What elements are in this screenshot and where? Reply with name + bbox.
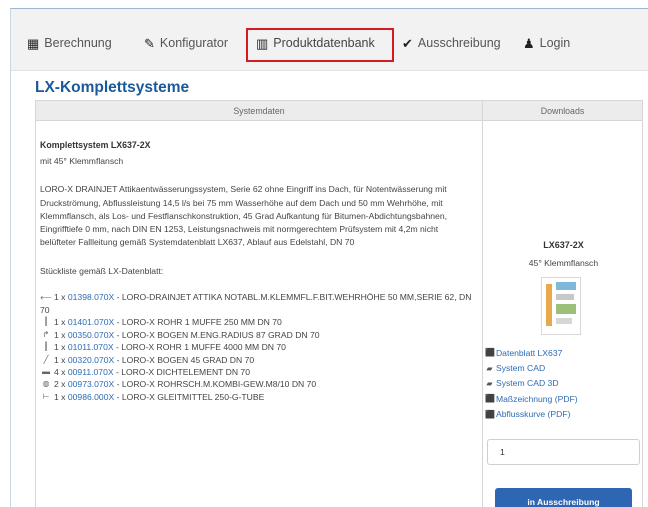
download-abflusskurve-link[interactable]: ⬛ Abflusskurve (PDF) <box>485 407 578 422</box>
cad-3d-icon: ▰ <box>486 378 493 388</box>
header-systemdaten: Systemdaten <box>35 100 483 121</box>
list-item: ▬ 4 x 00911.070X - LORO-X DICHTELEMENT DN… <box>40 366 478 378</box>
download-system-cad-link[interactable]: ▰ System CAD <box>485 360 578 375</box>
nav-berechnung-label: Berechnung <box>44 36 112 50</box>
download-link-label: Maßzeichnung (PDF) <box>495 393 578 404</box>
cad-icon: ▰ <box>486 363 493 373</box>
downloads-cell: LX637-2X 45° Klemmflansch ⬛ Datenblatt LX… <box>481 120 644 507</box>
list-item: ┃ 1 x 01401.070X - LORO-X ROHR 1 MUFFE 25… <box>40 316 478 328</box>
part-qty: 1 x <box>54 391 66 402</box>
part-code-link[interactable]: 00986.000X <box>68 391 114 403</box>
part-code-link[interactable]: 01401.070X <box>68 316 114 328</box>
nav-konfigurator[interactable]: ✎ Konfigurator <box>144 33 228 53</box>
system-heading: Komplettsystem LX637-2X <box>40 140 151 150</box>
list-item: ◍ 2 x 00973.070X - LORO-X ROHRSCH.M.KOMBI… <box>40 378 478 390</box>
seal-part-icon: ▬ <box>42 367 50 377</box>
download-masszeichnung-link[interactable]: ⬛ Maßzeichnung (PDF) <box>485 391 578 406</box>
part-code-link[interactable]: 00320.070X <box>68 354 114 366</box>
part-code-link[interactable]: 00350.070X <box>68 329 114 341</box>
download-product-name: LX637-2X <box>543 240 584 250</box>
part-qty: 2 x <box>54 379 66 390</box>
pdf-icon: ⬛ <box>484 409 495 419</box>
download-link-label: Datenblatt LX637 <box>495 347 563 358</box>
attika-part-icon: ⟵ <box>40 292 52 302</box>
product-table: Systemdaten Downloads Komplettsystem LX6… <box>35 100 644 507</box>
bend45-part-icon: ╱ <box>43 354 49 364</box>
part-qty: 1 x <box>54 329 66 340</box>
nav-konfigurator-label: Konfigurator <box>159 36 229 50</box>
list-item: ↱ 1 x 00350.070X - LORO-X BOGEN M.ENG.RAD… <box>40 329 478 341</box>
part-code-link[interactable]: 01398.070X <box>68 292 114 302</box>
part-text: - LORO-X ROHR 1 MUFFE 250 MM DN 70 <box>116 317 282 328</box>
part-text: - LORO-X BOGEN 45 GRAD DN 70 <box>116 354 255 365</box>
list-item: ┃ 1 x 01011.070X - LORO-X ROHR 1 MUFFE 40… <box>40 341 478 353</box>
part-qty: 4 x <box>54 367 66 378</box>
nav-ausschreibung[interactable]: ✔ Ausschreibung <box>402 33 501 53</box>
browser-content: ▦ Berechnung ✎ Konfigurator ▥ Produktdat… <box>10 8 648 507</box>
download-datenblatt-link[interactable]: ⬛ Datenblatt LX637 <box>485 345 578 360</box>
calculator-icon: ▦ <box>27 35 40 51</box>
parts-list: ⟵ 1 x 01398.070X - LORO-DRAINJET ATTIKA N… <box>40 291 478 404</box>
download-links: ⬛ Datenblatt LX637 ▰ System CAD ▰ System CA… <box>485 345 578 422</box>
active-nav-highlight <box>246 28 394 62</box>
bend-part-icon: ↱ <box>42 329 50 339</box>
part-qty: 1 x <box>54 342 66 353</box>
check-icon: ✔ <box>402 35 413 51</box>
nav-berechnung[interactable]: ▦ Berechnung <box>27 33 112 53</box>
user-icon: ♟ <box>523 35 535 51</box>
pdf-icon: ⬛ <box>484 348 495 358</box>
pipe-part-icon: ┃ <box>43 342 49 352</box>
parts-list-title: Stückliste gemäß LX-Datenblatt: <box>40 266 164 277</box>
part-qty: 1 x <box>54 317 66 328</box>
download-system-cad-3d-link[interactable]: ▰ System CAD 3D <box>485 376 578 391</box>
list-item: ⟵ 1 x 01398.070X - LORO-DRAINJET ATTIKA N… <box>40 291 476 317</box>
quantity-input[interactable]: 1 <box>486 439 640 465</box>
list-item: ╱ 1 x 00320.070X - LORO-X BOGEN 45 GRAD D… <box>40 354 478 366</box>
part-text: - LORO-X ROHRSCH.M.KOMBI-GEW.M8/10 DN 70 <box>116 379 317 390</box>
download-link-label: System CAD <box>495 363 546 374</box>
part-text: - LORO-X BOGEN M.ENG.RADIUS 87 GRAD DN 7… <box>116 329 320 340</box>
download-link-label: System CAD 3D <box>495 378 559 389</box>
page-title: LX-Komplettsysteme <box>35 79 190 96</box>
part-text: - LORO-X GLEITMITTEL 250-G-TUBE <box>116 391 265 402</box>
part-code-link[interactable]: 01011.070X <box>68 341 114 353</box>
nav-login-label: Login <box>539 36 571 50</box>
header-downloads: Downloads <box>481 100 644 121</box>
list-item: ⊢ 1 x 00986.000X - LORO-X GLEITMITTEL 250… <box>40 391 478 403</box>
download-link-label: Abflusskurve (PDF) <box>495 409 571 420</box>
systemdaten-cell: Komplettsystem LX637-2X mit 45° Klemmfla… <box>35 120 483 507</box>
clamp-part-icon: ◍ <box>42 379 50 389</box>
wrench-icon: ✎ <box>144 35 155 51</box>
pdf-icon: ⬛ <box>484 394 495 404</box>
part-text: - LORO-X DICHTELEMENT DN 70 <box>115 367 250 378</box>
lubricant-part-icon: ⊢ <box>42 391 50 401</box>
system-subheading: mit 45° Klemmflansch <box>40 156 124 167</box>
part-qty: 1 x <box>54 354 66 365</box>
download-product-sub: 45° Klemmflansch <box>528 258 599 268</box>
add-to-ausschreibung-button[interactable]: in Ausschreibung <box>494 488 632 507</box>
top-navbar: ▦ Berechnung ✎ Konfigurator ▥ Produktdat… <box>11 9 648 71</box>
part-code-link[interactable]: 00973.070X <box>68 378 114 390</box>
nav-ausschreibung-label: Ausschreibung <box>417 36 501 50</box>
system-description: LORO-X DRAINJET Attikaentwässerungssyste… <box>40 184 447 248</box>
product-thumbnail[interactable] <box>540 277 581 335</box>
nav-login[interactable]: ♟ Login <box>523 33 570 53</box>
part-qty: 1 x <box>54 291 66 302</box>
pipe-part-icon: ┃ <box>43 317 49 327</box>
part-code-link[interactable]: 00911.070X <box>68 366 114 378</box>
part-text: - LORO-X ROHR 1 MUFFE 4000 MM DN 70 <box>115 342 286 353</box>
